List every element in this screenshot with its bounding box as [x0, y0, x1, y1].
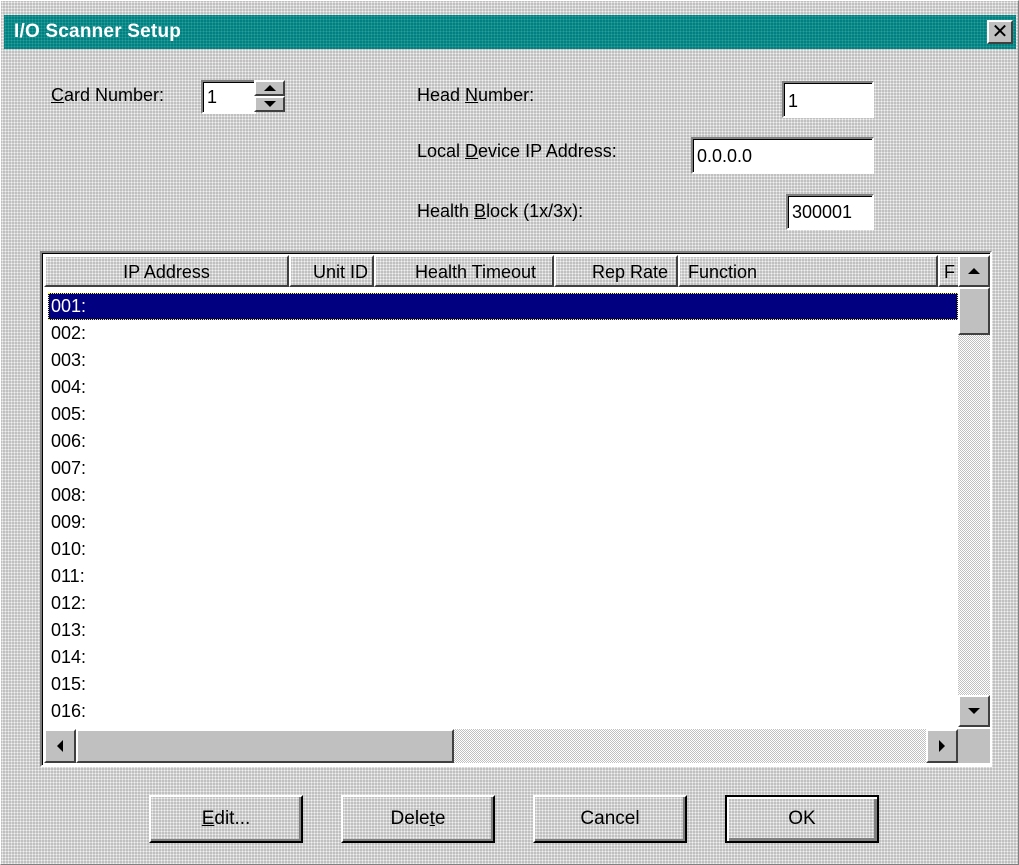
window-title: I/O Scanner Setup — [14, 21, 182, 42]
table-row[interactable]: 011: — [48, 563, 958, 590]
table-row[interactable]: 007: — [48, 455, 958, 482]
spin-up-button[interactable] — [254, 80, 285, 96]
head-number-input[interactable]: 1 — [782, 81, 874, 118]
table-row[interactable]: 015: — [48, 671, 958, 698]
card-number-input[interactable]: 1 — [201, 80, 256, 114]
card-number-spinner[interactable] — [254, 80, 285, 112]
scroll-left-button[interactable] — [44, 729, 76, 763]
cancel-button[interactable]: Cancel — [533, 795, 687, 843]
spin-down-button[interactable] — [254, 96, 285, 112]
column-ip-address[interactable]: IP Address — [44, 255, 289, 287]
scrollbar-corner — [958, 729, 990, 763]
horizontal-scrollbar[interactable] — [44, 729, 958, 763]
head-number-label: Head Number: — [417, 85, 535, 105]
scanner-table[interactable]: IP Address Unit ID Health Timeout Rep Ra… — [40, 251, 992, 767]
table-row[interactable]: 005: — [48, 401, 958, 428]
table-header: IP Address Unit ID Health Timeout Rep Ra… — [44, 255, 960, 287]
scroll-up-button[interactable] — [958, 255, 990, 287]
column-unit-id[interactable]: Unit ID — [289, 255, 374, 287]
column-health-timeout[interactable]: Health Timeout — [374, 255, 554, 287]
local-ip-label: Local Device IP Address: — [417, 141, 617, 161]
table-row[interactable]: 001: — [48, 293, 958, 320]
card-number-label: Card Number: — [51, 85, 165, 105]
table-row[interactable]: 014: — [48, 644, 958, 671]
dialog-window: I/O Scanner Setup ✕ Card Number: 1 Head … — [0, 0, 1019, 865]
edit-button[interactable]: Edit... — [149, 795, 303, 843]
scroll-down-button[interactable] — [958, 695, 990, 727]
close-button[interactable]: ✕ — [987, 20, 1013, 44]
delete-button[interactable]: Dele t e — [341, 795, 495, 843]
triangle-up-icon — [263, 85, 276, 91]
local-ip-input[interactable]: 0.0.0.0 — [691, 137, 874, 174]
table-row[interactable]: 009: — [48, 509, 958, 536]
table-row[interactable]: 010: — [48, 536, 958, 563]
triangle-left-icon — [57, 740, 63, 752]
close-icon: ✕ — [991, 21, 1009, 43]
triangle-down-icon — [263, 101, 276, 107]
column-function[interactable]: Function — [678, 255, 938, 287]
health-block-label: Health Block (1x/3x): — [417, 201, 584, 221]
table-row[interactable]: 013: — [48, 617, 958, 644]
ok-button[interactable]: OK — [725, 795, 879, 843]
table-row[interactable]: 008: — [48, 482, 958, 509]
triangle-right-icon — [939, 740, 945, 752]
health-block-input[interactable]: 300001 — [786, 194, 874, 230]
table-row[interactable]: 003: — [48, 347, 958, 374]
table-row[interactable]: 002: — [48, 320, 958, 347]
vertical-scroll-thumb[interactable] — [958, 287, 990, 335]
scroll-right-button[interactable] — [926, 729, 958, 763]
triangle-down-icon — [968, 708, 980, 714]
column-f[interactable]: F — [938, 255, 960, 287]
title-bar[interactable]: I/O Scanner Setup ✕ — [4, 15, 1016, 49]
vertical-scrollbar[interactable] — [958, 255, 990, 727]
table-rows: 001: 002: 003: 004: 005: 006: 007: 008: 009: 010:… — [48, 293, 958, 723]
column-rep-rate[interactable]: Rep Rate — [554, 255, 678, 287]
triangle-up-icon — [968, 268, 980, 274]
table-row[interactable]: 004: — [48, 374, 958, 401]
table-row[interactable]: 016: — [48, 698, 958, 723]
horizontal-scroll-thumb[interactable] — [76, 729, 454, 763]
table-row[interactable]: 012: — [48, 590, 958, 617]
table-row[interactable]: 006: — [48, 428, 958, 455]
